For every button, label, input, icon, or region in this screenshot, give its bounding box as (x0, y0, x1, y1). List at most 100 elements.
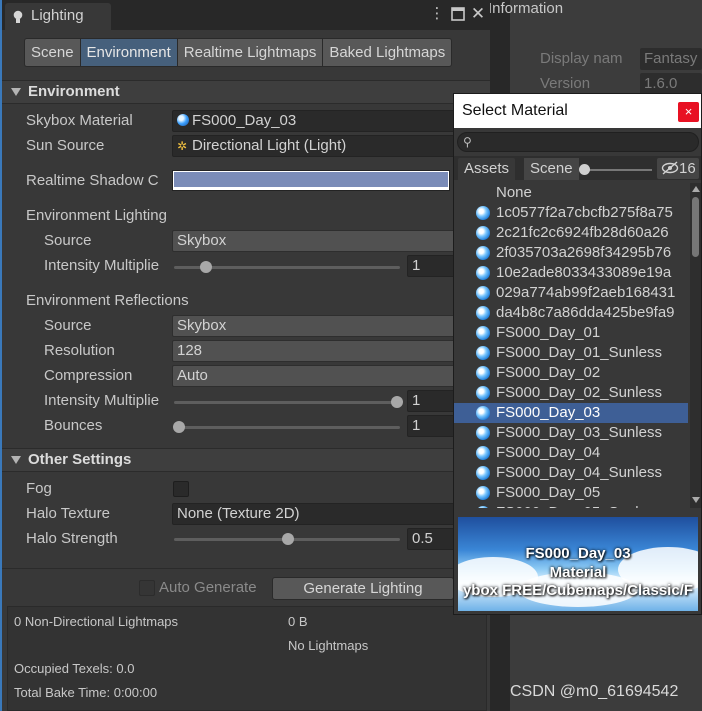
bounces-slider[interactable] (174, 426, 400, 429)
select-material-title: Select Material (462, 102, 568, 119)
reflections-intensity-label: Intensity Multiplie (44, 392, 160, 409)
material-sphere-icon (476, 206, 490, 220)
scroll-down-icon[interactable] (692, 497, 700, 503)
hidden-count: 16 (679, 160, 696, 177)
material-sphere-icon (476, 226, 490, 240)
display-name-field[interactable]: Fantasy (640, 48, 702, 70)
tab-scene[interactable]: Scene (24, 38, 80, 67)
environment-header-label: Environment (28, 83, 120, 100)
material-sphere-icon (476, 326, 490, 340)
eye-hidden-icon (661, 161, 679, 175)
material-sphere-icon (476, 286, 490, 300)
lightmap-size: 0 B (288, 614, 308, 629)
preview-size-slider[interactable] (580, 169, 652, 171)
list-item-label: 1c0577f2a7cbcfb275f8a75 (496, 204, 673, 221)
list-item[interactable]: FS000_Day_05_Sunless (454, 503, 688, 508)
other-settings-section-header[interactable]: Other Settings (2, 448, 490, 472)
shadow-color-swatch (174, 172, 448, 187)
reflections-intensity-thumb[interactable] (391, 396, 403, 408)
reflections-intensity-slider[interactable] (174, 401, 400, 404)
material-icon (177, 114, 189, 126)
close-icon[interactable]: ✕ (469, 5, 487, 23)
list-item[interactable]: FS000_Day_01 (454, 323, 688, 343)
list-item[interactable]: FS000_Day_03 (454, 403, 688, 423)
material-list-scrollbar[interactable] (690, 183, 701, 508)
hidden-items-toggle[interactable]: 16 (657, 158, 699, 179)
sun-source-field[interactable]: ✲ Directional Light (Light) (172, 135, 490, 157)
material-preview: FS000_Day_03 Material ybox FREE/Cubemaps… (458, 517, 698, 611)
halo-texture-field[interactable]: None (Texture 2D) (172, 503, 490, 525)
list-item-label: FS000_Day_03_Sunless (496, 424, 662, 441)
preview-material-name: FS000_Day_03 (525, 545, 631, 562)
select-material-window: Select Material × ⚲ Assets Scene 16 None… (453, 93, 702, 615)
list-item[interactable]: 2f035703a2698f34295b76 (454, 243, 688, 263)
version-field[interactable]: 1.6.0 (640, 73, 702, 95)
list-item[interactable]: FS000_Day_04_Sunless (454, 463, 688, 483)
tab-assets[interactable]: Assets (458, 158, 516, 180)
env-lighting-source-dropdown[interactable]: Skybox (172, 230, 490, 252)
version-label: Version (540, 75, 591, 92)
material-sphere-icon (476, 306, 490, 320)
tab-baked-lightmaps[interactable]: Baked Lightmaps (322, 38, 453, 67)
env-lighting-intensity-label: Intensity Multiplie (44, 257, 160, 274)
material-search-input[interactable]: ⚲ (457, 132, 699, 152)
bounces-thumb[interactable] (173, 421, 185, 433)
maximize-icon[interactable] (449, 5, 467, 23)
auto-generate-label: Auto Generate (159, 579, 257, 596)
list-item-label: da4b8c7a86dda425be9fa9 (496, 304, 675, 321)
list-item-label: FS000_Day_04 (496, 444, 601, 461)
env-reflections-source-dropdown[interactable]: Skybox (172, 315, 490, 337)
material-sphere-icon (476, 266, 490, 280)
env-lighting-intensity-thumb[interactable] (200, 261, 212, 273)
lighting-tab[interactable]: Lighting (5, 3, 111, 30)
environment-section-header[interactable]: Environment (2, 80, 490, 104)
halo-texture-label: Halo Texture (26, 505, 110, 522)
resolution-label: Resolution (44, 342, 115, 359)
material-sphere-icon (476, 366, 490, 380)
material-sphere-icon (476, 426, 490, 440)
list-item-label: FS000_Day_02 (496, 364, 601, 381)
scrollbar-thumb[interactable] (692, 197, 699, 257)
auto-generate-checkbox[interactable] (139, 580, 155, 596)
list-item[interactable]: FS000_Day_02_Sunless (454, 383, 688, 403)
list-item-label: FS000_Day_05 (496, 484, 601, 501)
preview-size-thumb[interactable] (579, 164, 590, 175)
lighting-toolbar: Scene Environment Realtime Lightmaps Bak… (24, 38, 453, 68)
fog-checkbox[interactable] (173, 481, 189, 497)
skybox-material-field[interactable]: FS000_Day_03 (172, 110, 490, 132)
realtime-shadow-color-field[interactable] (172, 170, 450, 191)
window-title: Lighting (31, 7, 84, 24)
halo-strength-thumb[interactable] (282, 533, 294, 545)
compression-label: Compression (44, 367, 133, 384)
lighting-window: Lighting ⋮ ✕ Scene Environment Realtime … (0, 0, 490, 711)
list-item[interactable]: FS000_Day_02 (454, 363, 688, 383)
compression-dropdown[interactable]: Auto (172, 365, 490, 387)
list-item[interactable]: FS000_Day_04 (454, 443, 688, 463)
close-icon[interactable]: × (678, 102, 699, 122)
list-item-label: 10e2ade8033433089e19a (496, 264, 672, 281)
resolution-dropdown[interactable]: 128 (172, 340, 490, 362)
list-item[interactable]: None (454, 183, 688, 203)
more-options-icon[interactable]: ⋮ (428, 5, 446, 23)
tab-environment[interactable]: Environment (79, 38, 177, 67)
scroll-up-icon[interactable] (692, 186, 700, 192)
list-item[interactable]: 2c21fc2c6924fb28d60a26 (454, 223, 688, 243)
list-item[interactable]: 10e2ade8033433089e19a (454, 263, 688, 283)
list-item[interactable]: FS000_Day_01_Sunless (454, 343, 688, 363)
generate-lighting-button[interactable]: Generate Lighting (272, 577, 454, 600)
lightmap-count: 0 Non-Directional Lightmaps (14, 614, 179, 629)
halo-strength-label: Halo Strength (26, 530, 118, 547)
list-item[interactable]: 1c0577f2a7cbcfb275f8a75 (454, 203, 688, 223)
list-item-label: 029a774ab99f2aeb168431 (496, 284, 676, 301)
list-item[interactable]: da4b8c7a86dda425be9fa9 (454, 303, 688, 323)
environment-reflections-label: Environment Reflections (26, 292, 189, 309)
list-item[interactable]: 029a774ab99f2aeb168431 (454, 283, 688, 303)
material-sphere-icon (476, 346, 490, 360)
list-item[interactable]: FS000_Day_05 (454, 483, 688, 503)
list-item[interactable]: FS000_Day_03_Sunless (454, 423, 688, 443)
tab-realtime-lightmaps[interactable]: Realtime Lightmaps (176, 38, 323, 67)
no-lightmaps-text: No Lightmaps (288, 638, 369, 653)
tab-scene[interactable]: Scene (524, 158, 579, 180)
env-lighting-source-label: Source (44, 232, 92, 249)
env-reflections-source-label: Source (44, 317, 92, 334)
